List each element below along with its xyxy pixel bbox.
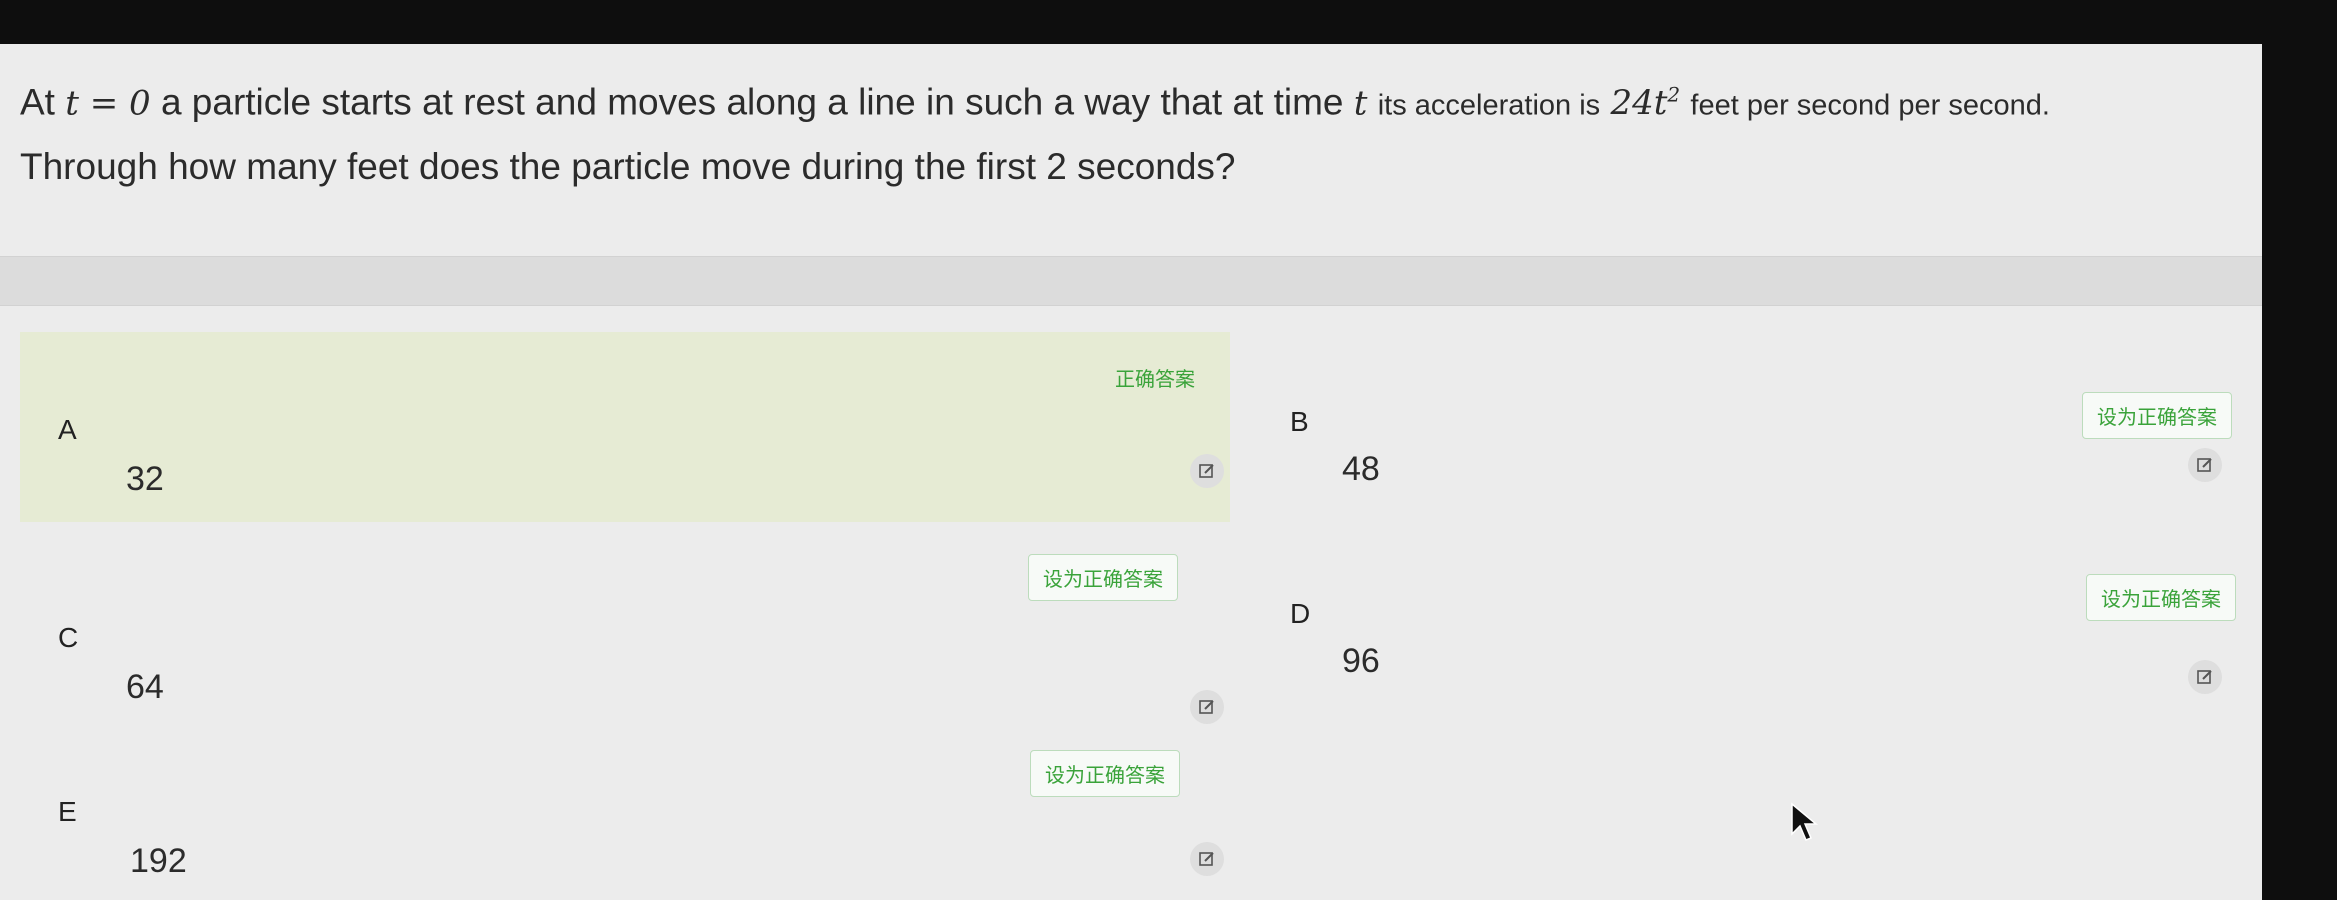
option-d-set-correct-button[interactable]: 设为正确答案 [2086,574,2236,621]
edit-icon [2197,458,2212,472]
option-a-correct-label: 正确答案 [1115,367,1195,391]
math-acceleration: 24t2 [1610,83,1680,123]
option-b-set-correct-button[interactable]: 设为正确答案 [2082,392,2232,439]
math-acceleration-base: 24t [1610,83,1668,124]
section-divider [0,256,2262,306]
edit-icon [1199,700,1214,714]
option-d-letter: D [1290,598,1311,629]
question-part-2: its acceleration is [1377,89,1601,122]
math-acceleration-exponent: 2 [1667,83,1681,107]
math-t: t [1353,83,1368,124]
option-a-letter: A [58,414,77,445]
question-line-1: At t = 0 a particle starts at rest and m… [20,64,2220,136]
option-a-edit-button[interactable] [1190,454,1224,488]
question-part-3: feet per second per second. [1690,89,2050,122]
option-b-value: 48 [1342,450,1380,488]
option-b-edit-button[interactable] [2188,448,2222,482]
option-d[interactable]: D 96 设为正确答案 [1262,524,2242,694]
question-line-2: Through how many feet does the particle … [20,146,1236,188]
mouse-cursor-icon [1791,802,1819,841]
math-t-equals-zero: t = 0 [65,83,151,124]
option-d-edit-button[interactable] [2188,660,2222,694]
question-text: At t = 0 a particle starts at rest and m… [20,64,2220,198]
option-a-value: 32 [126,460,164,498]
option-e[interactable]: E 192 设为正确答案 [20,750,1230,900]
option-c-value: 64 [126,668,164,706]
option-b-letter: B [1290,406,1309,437]
option-d-value: 96 [1342,642,1380,680]
option-c-edit-button[interactable] [1190,690,1224,724]
option-a[interactable]: A 32 正确答案 [20,332,1230,522]
option-e-value: 192 [130,842,187,880]
option-e-letter: E [58,796,77,827]
question-at: At [20,81,55,123]
option-c-letter: C [58,622,79,653]
option-e-set-correct-button[interactable]: 设为正确答案 [1030,750,1180,797]
option-b[interactable]: B 48 设为正确答案 [1262,332,2242,500]
edit-icon [2197,670,2212,684]
question-part-1: a particle starts at rest and moves alon… [160,81,1344,123]
option-e-edit-button[interactable] [1190,842,1224,876]
edit-icon [1199,852,1214,866]
option-c[interactable]: C 64 设为正确答案 [20,544,1230,734]
option-c-set-correct-button[interactable]: 设为正确答案 [1028,554,1178,601]
edit-icon [1199,464,1214,478]
quiz-screen: At t = 0 a particle starts at rest and m… [0,44,2262,900]
